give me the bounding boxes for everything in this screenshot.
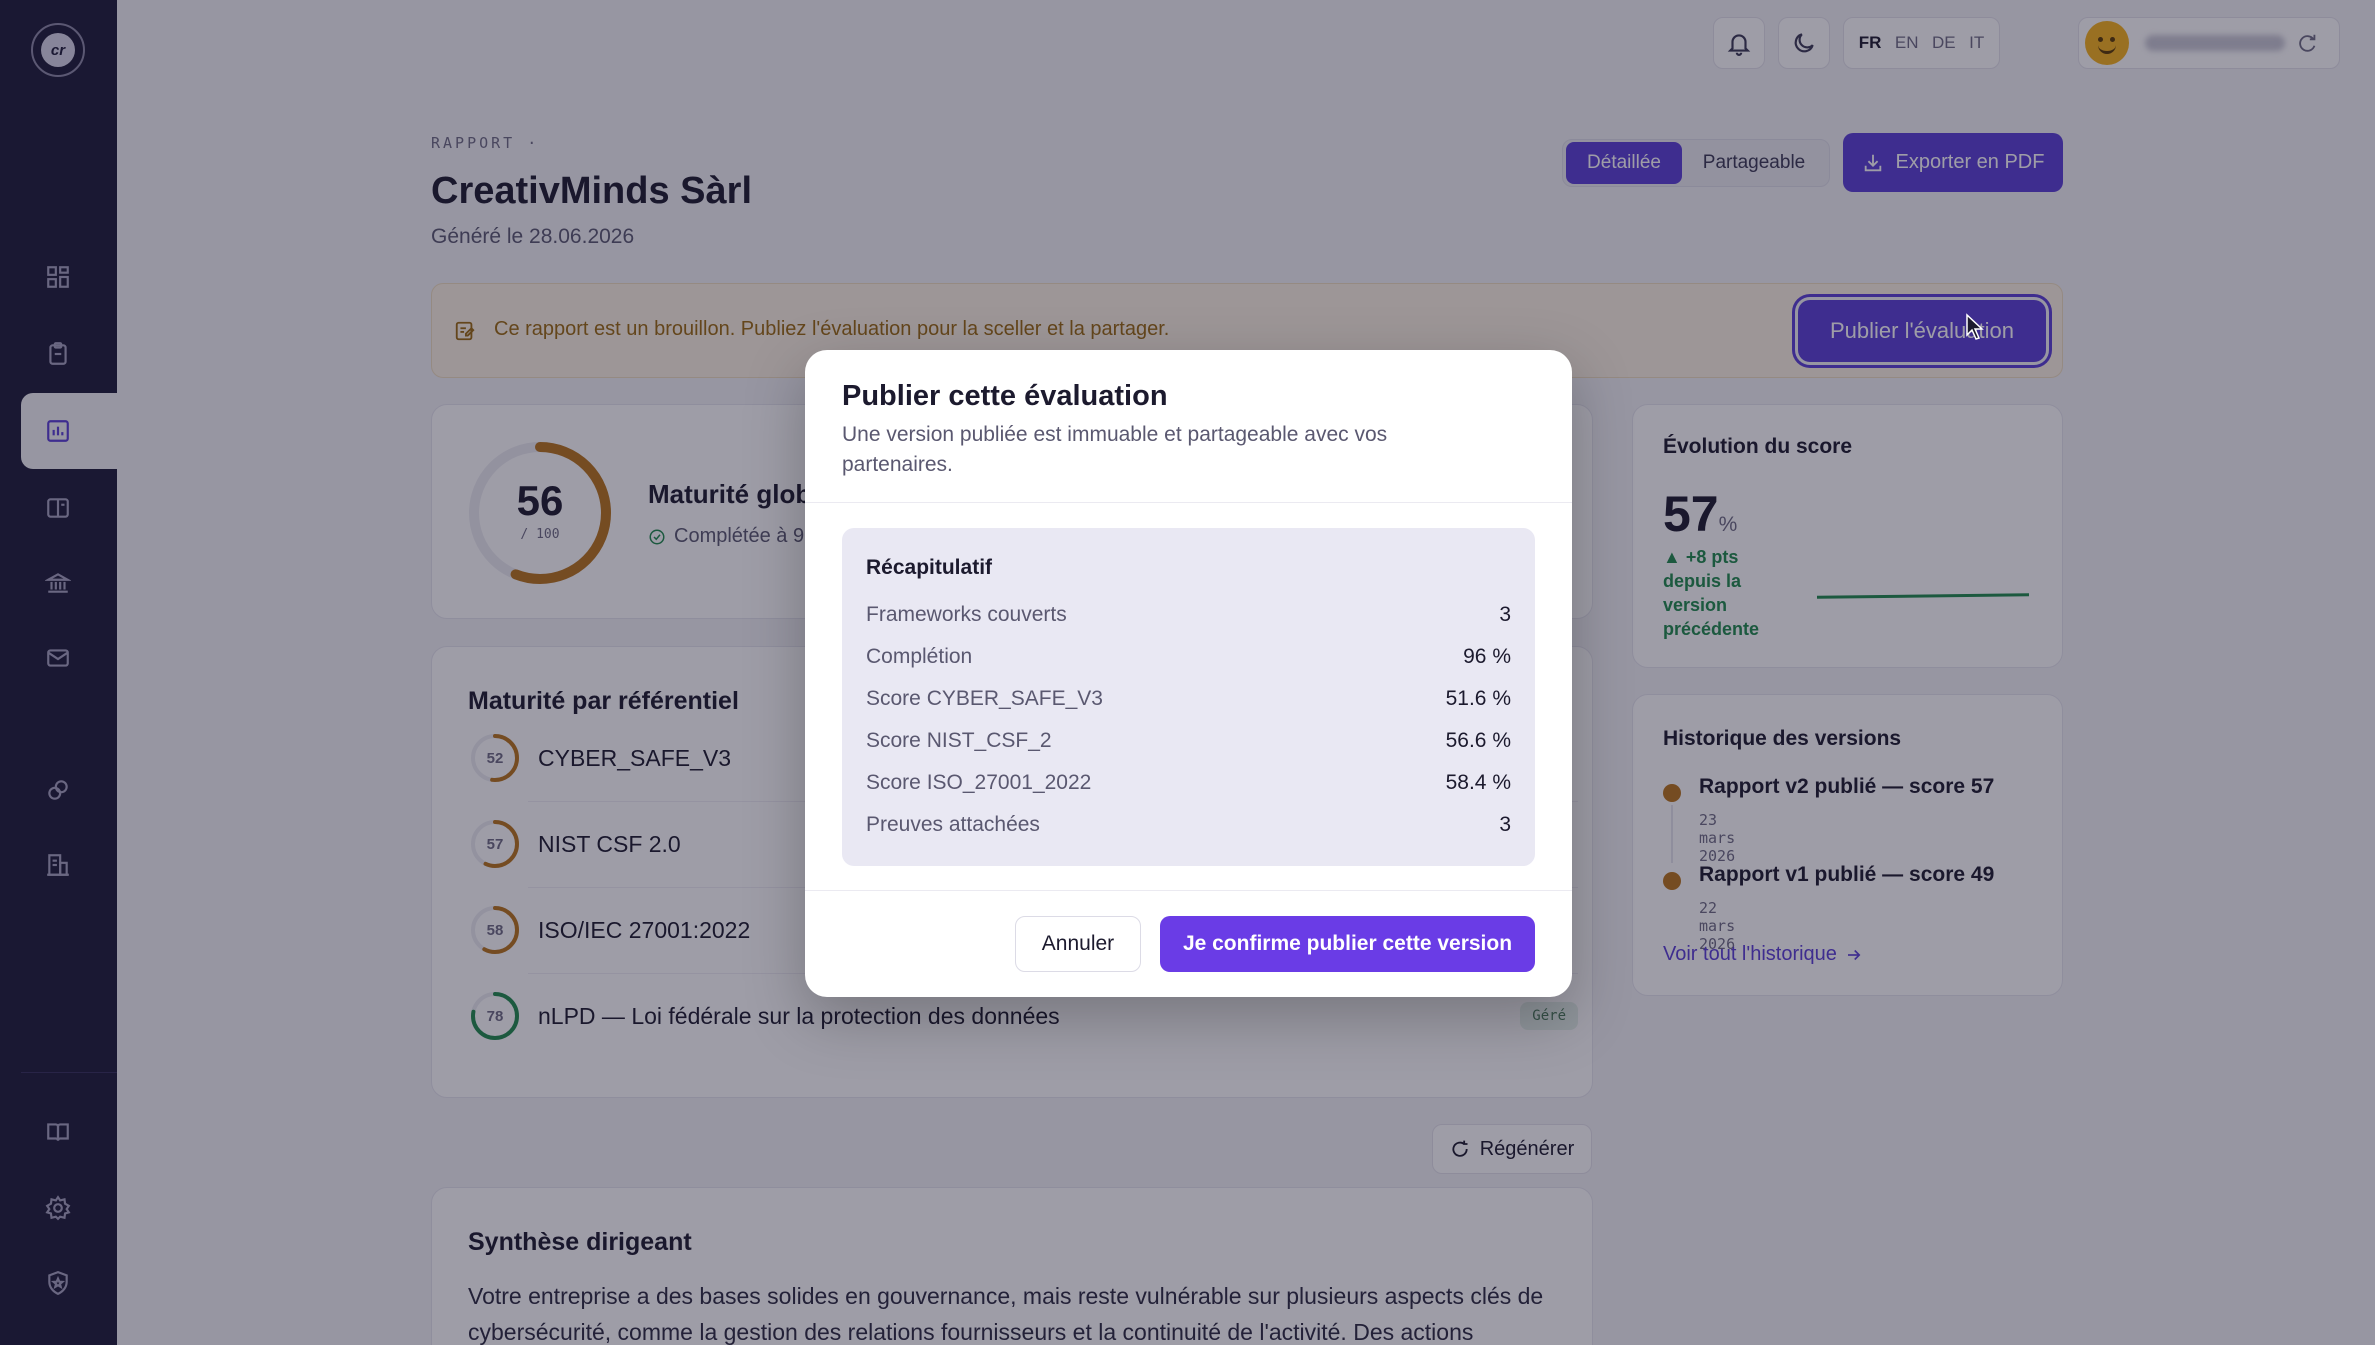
mouse-cursor-icon	[1966, 313, 1984, 340]
dialog-description: Une version publiée est immuable et part…	[842, 423, 1388, 476]
dialog-divider	[805, 502, 1572, 503]
recap-row: Score NIST_CSF_2 56.6 %	[866, 720, 1511, 762]
dialog-divider	[805, 890, 1572, 891]
recap-row: Preuves attachées 3	[866, 804, 1511, 846]
recap-label: Score CYBER_SAFE_V3	[866, 687, 1103, 710]
recap-value: 58.4 %	[1445, 771, 1511, 794]
recap-row: Complétion 96 %	[866, 636, 1511, 678]
dialog-title: Publier cette évaluation	[842, 380, 1168, 412]
recap-label: Preuves attachées	[866, 813, 1040, 836]
recap-label: Score NIST_CSF_2	[866, 729, 1052, 752]
recap-label: Complétion	[866, 645, 973, 668]
recap-value: 3	[1499, 603, 1511, 626]
recap-value: 51.6 %	[1445, 687, 1511, 710]
recap-title: Récapitulatif	[866, 556, 993, 579]
recap-row: Score CYBER_SAFE_V3 51.6 %	[866, 678, 1511, 720]
confirm-publish-button[interactable]: Je confirme publier cette version	[1160, 916, 1535, 972]
recap-label: Score ISO_27001_2022	[866, 771, 1092, 794]
recap-value: 96 %	[1463, 645, 1511, 668]
publish-dialog: Publier cette évaluation Une version pub…	[805, 350, 1572, 997]
recap-panel: Récapitulatif Frameworks couverts 3 Complé…	[842, 528, 1535, 866]
recap-value: 56.6 %	[1445, 729, 1511, 752]
recap-value: 3	[1499, 813, 1511, 836]
recap-row: Score ISO_27001_2022 58.4 %	[866, 762, 1511, 804]
cancel-button[interactable]: Annuler	[1015, 916, 1141, 972]
recap-label: Frameworks couverts	[866, 603, 1067, 626]
recap-row: Frameworks couverts 3	[866, 594, 1511, 636]
